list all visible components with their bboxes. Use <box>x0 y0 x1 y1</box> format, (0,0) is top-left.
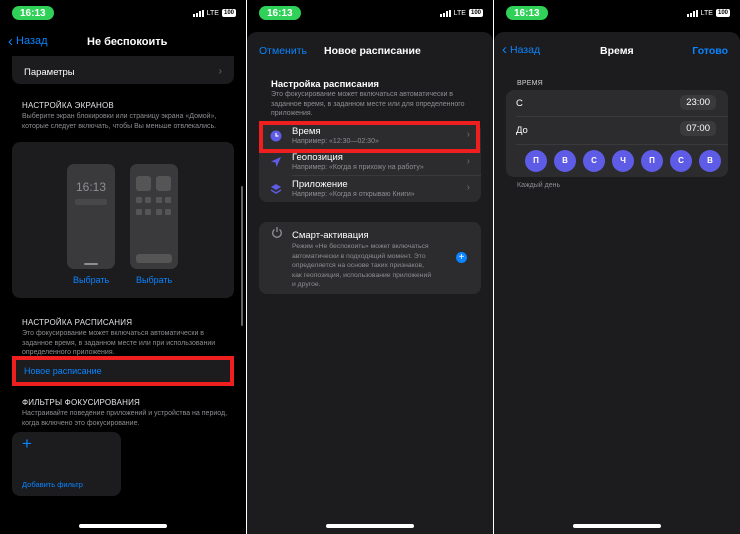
from-row[interactable]: С 23:00 <box>506 90 728 116</box>
network-label: LTE <box>700 9 713 17</box>
smart-description: Режим «Не беспокоить» может включаться а… <box>292 243 432 288</box>
status-time: 16:13 <box>12 6 54 20</box>
time-screen: 16:13 LTE 100 ‹ Назад Время Готово ВРЕМЯ… <box>494 0 740 534</box>
lock-screen-preview[interactable]: 16:13 <box>67 164 115 269</box>
back-label: Назад <box>510 44 541 56</box>
to-row[interactable]: До 07:00 <box>506 117 728 143</box>
day-button-wed[interactable]: С <box>583 150 605 172</box>
option-location-subtitle: Например: «Когда я прихожу на работу» <box>292 164 424 171</box>
to-time-picker[interactable]: 07:00 <box>680 121 716 136</box>
signal-icon <box>439 9 451 17</box>
time-section-header: ВРЕМЯ <box>517 80 543 87</box>
power-icon <box>272 227 282 238</box>
screens-header: НАСТРОЙКА ЭКРАНОВ <box>22 101 114 110</box>
home-indicator <box>326 524 414 528</box>
network-label: LTE <box>206 9 219 17</box>
status-time: 16:13 <box>259 6 301 20</box>
cancel-button[interactable]: Отменить <box>259 45 307 57</box>
day-button-thu[interactable]: Ч <box>612 150 634 172</box>
option-app[interactable]: Приложение Например: «Когда я открываю К… <box>259 175 481 202</box>
scrollbar[interactable] <box>241 186 243 326</box>
choose-lock-button[interactable]: Выбрать <box>73 275 109 285</box>
screens-card: 16:13 Выбрать Выбрать <box>12 142 234 298</box>
plus-icon: + <box>458 252 465 263</box>
day-button-sun[interactable]: В <box>699 150 721 172</box>
signal-icon <box>686 9 698 17</box>
section-description: Это фокусирование может включаться автом… <box>271 91 465 117</box>
lock-screen-time: 16:13 <box>75 180 107 194</box>
location-arrow-icon <box>271 157 281 167</box>
option-location-title: Геопозиция <box>292 152 343 163</box>
done-button[interactable]: Готово <box>692 45 728 57</box>
repeat-summary: Каждый день <box>517 182 561 189</box>
filters-header: ФИЛЬТРЫ ФОКУСИРОВАНИЯ <box>22 398 141 407</box>
from-label: С <box>516 98 523 109</box>
choose-home-button[interactable]: Выбрать <box>136 275 172 285</box>
smart-title: Смарт-активация <box>292 230 369 241</box>
do-not-disturb-screen: 16:13 LTE 100 ‹ Назад Не беспокоить Пара… <box>0 0 246 534</box>
layers-icon <box>270 184 282 194</box>
smart-add-button[interactable]: + <box>456 252 467 263</box>
back-button[interactable]: ‹ Назад <box>502 41 541 58</box>
add-filter-card[interactable]: + Добавить фильтр <box>12 432 121 496</box>
chevron-right-icon: › <box>218 66 222 77</box>
modal-sheet: Отменить Новое расписание Настройка расп… <box>247 32 493 534</box>
chevron-right-icon: › <box>466 156 470 167</box>
status-bar: 16:13 LTE 100 <box>0 6 246 22</box>
params-label: Параметры <box>24 67 75 78</box>
highlight-new-schedule <box>12 356 234 386</box>
status-time: 16:13 <box>506 6 548 20</box>
option-app-title: Приложение <box>292 179 348 190</box>
battery-icon: 100 <box>715 9 730 17</box>
smart-activation-card[interactable]: Смарт-активация Режим «Не беспокоить» мо… <box>259 222 481 294</box>
page-title: Время <box>600 45 634 57</box>
add-filter-label: Добавить фильтр <box>22 480 83 489</box>
battery-icon: 100 <box>221 9 236 17</box>
status-bar: 16:13 LTE 100 <box>494 6 740 22</box>
chevron-left-icon: ‹ <box>8 32 13 50</box>
home-indicator <box>573 524 661 528</box>
day-button-fri[interactable]: П <box>641 150 663 172</box>
modal-sheet: ‹ Назад Время Готово ВРЕМЯ С 23:00 До 07… <box>494 32 740 534</box>
schedule-description: Это фокусирование может включаться автом… <box>22 330 216 356</box>
battery-icon: 100 <box>468 9 483 17</box>
network-label: LTE <box>453 9 466 17</box>
plus-icon: + <box>22 434 32 453</box>
option-app-subtitle: Например: «Когда я открываю Книги» <box>292 191 415 198</box>
to-label: До <box>516 125 528 136</box>
weekday-selector: П В С Ч П С В <box>525 150 721 172</box>
back-label: Назад <box>16 35 48 47</box>
day-button-tue[interactable]: В <box>554 150 576 172</box>
status-bar: 16:13 LTE 100 <box>247 6 493 22</box>
home-screen-preview[interactable] <box>130 164 178 269</box>
schedule-header: НАСТРОЙКА РАСПИСАНИЯ <box>22 318 133 327</box>
highlight-time-option <box>259 121 480 153</box>
signal-icon <box>192 9 204 17</box>
filters-description: Настраивайте поведение приложений и устр… <box>22 410 228 427</box>
page-title: Не беспокоить <box>87 36 168 48</box>
new-schedule-screen: 16:13 LTE 100 Отменить Новое расписание … <box>247 0 493 534</box>
from-time-picker[interactable]: 23:00 <box>680 95 716 110</box>
section-title: Настройка расписания <box>271 79 379 90</box>
day-button-sat[interactable]: С <box>670 150 692 172</box>
home-indicator <box>79 524 167 528</box>
chevron-left-icon: ‹ <box>502 41 507 58</box>
day-button-mon[interactable]: П <box>525 150 547 172</box>
page-title: Новое расписание <box>324 45 421 57</box>
screens-description: Выберите экран блокировки или страницу э… <box>22 113 217 130</box>
time-card: С 23:00 До 07:00 П В С Ч П С В <box>506 90 728 177</box>
back-button[interactable]: ‹ Назад <box>8 32 48 50</box>
chevron-right-icon: › <box>466 182 470 193</box>
params-row[interactable]: Параметры › <box>12 56 234 84</box>
